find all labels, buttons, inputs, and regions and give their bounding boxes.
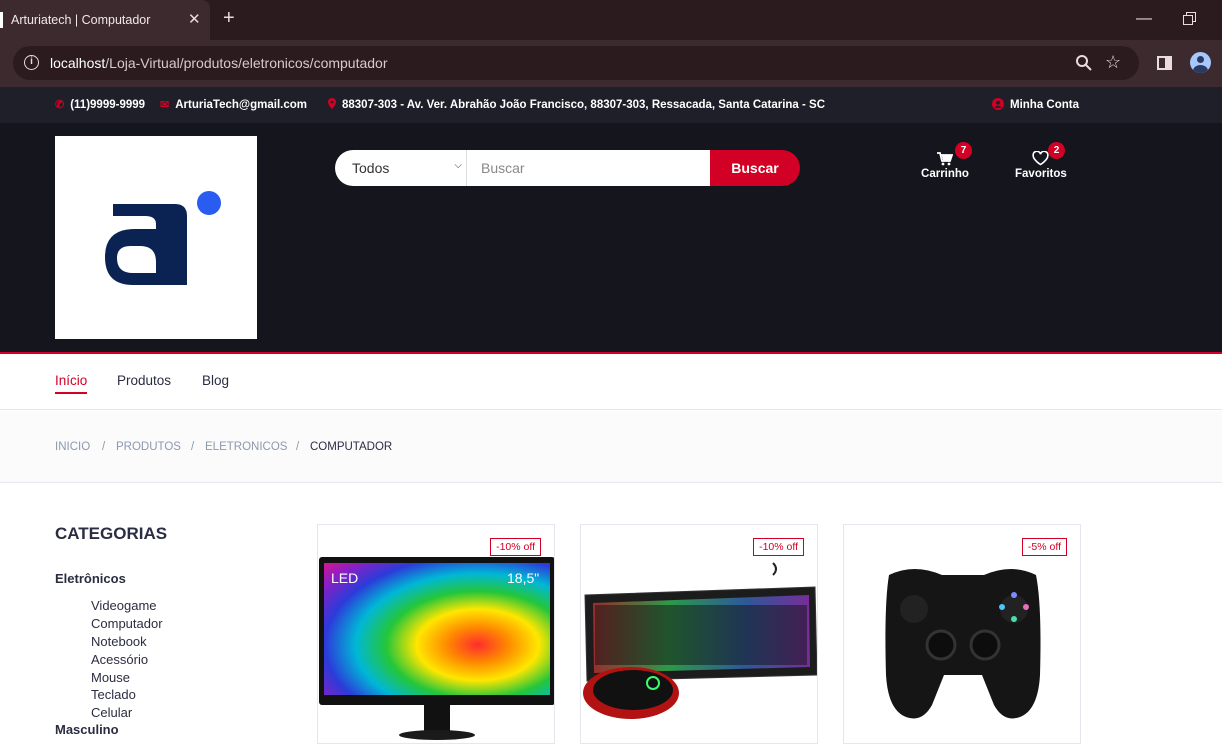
breadcrumb-inicio[interactable]: INICIO xyxy=(55,441,90,453)
top-contact-bar: ✆ (11)9999-9999 ✉ ArturiaTech@gmail.com 88… xyxy=(0,87,1222,123)
envelope-icon: ✉ xyxy=(160,99,170,111)
search-form: Todos ⌵ Buscar Buscar xyxy=(335,150,800,186)
category-acessorio[interactable]: Acessório xyxy=(91,652,148,667)
product-card-controller[interactable]: -5% off xyxy=(843,524,1081,744)
url-text[interactable]: localhost/Loja-Virtual/produtos/eletroni… xyxy=(50,55,388,71)
zoom-icon[interactable] xyxy=(1075,54,1093,72)
breadcrumb-current: COMPUTADOR xyxy=(310,441,393,453)
category-group-eletronicos[interactable]: Eletrônicos xyxy=(55,571,126,586)
bookmark-star-icon[interactable]: ☆ xyxy=(1105,52,1121,73)
side-panel-icon[interactable] xyxy=(1157,56,1172,70)
browser-tab-bar: Arturiatech | Computador ✕ + — xyxy=(0,0,1222,40)
category-mouse[interactable]: Mouse xyxy=(91,670,130,685)
breadcrumb-produtos[interactable]: PRODUTOS xyxy=(116,441,181,453)
profile-icon[interactable] xyxy=(1190,52,1211,73)
cart-count-badge: 7 xyxy=(955,142,972,159)
address-bar[interactable]: i localhost/Loja-Virtual/produtos/eletro… xyxy=(13,46,1139,80)
discount-badge: -10% off xyxy=(753,538,804,556)
product-card-monitor[interactable]: LED 18,5" -10% off xyxy=(317,524,555,744)
user-icon xyxy=(992,98,1004,110)
product-card-keyboard[interactable]: -10% off xyxy=(580,524,818,744)
product-image-monitor: LED 18,5" xyxy=(319,557,554,740)
site-info-icon[interactable]: i xyxy=(24,55,39,70)
new-tab-icon[interactable]: + xyxy=(223,7,235,30)
browser-tab[interactable]: Arturiatech | Computador ✕ xyxy=(0,0,210,40)
cart-link[interactable]: 7 Carrinho xyxy=(921,142,972,180)
favorites-count-badge: 2 xyxy=(1048,142,1065,159)
close-tab-icon[interactable]: ✕ xyxy=(188,10,201,28)
screen-label-size: 18,5" xyxy=(507,570,539,586)
email-link[interactable]: ✉ ArturiaTech@gmail.com xyxy=(160,98,307,111)
phone-icon: ✆ xyxy=(55,99,65,111)
nav-blog[interactable]: Blog xyxy=(202,373,229,388)
address-link[interactable]: 88307-303 - Av. Ver. Abrahão João Franci… xyxy=(328,98,825,111)
screen-label-led: LED xyxy=(331,570,358,586)
minimize-icon[interactable]: — xyxy=(1136,10,1152,28)
category-videogame[interactable]: Videogame xyxy=(91,598,157,613)
category-celular[interactable]: Celular xyxy=(91,705,132,720)
breadcrumb-separator: / xyxy=(102,441,106,453)
category-notebook[interactable]: Notebook xyxy=(91,634,147,649)
browser-toolbar: i localhost/Loja-Virtual/produtos/eletro… xyxy=(0,40,1222,87)
account-link[interactable]: Minha Conta xyxy=(992,98,1079,111)
map-marker-icon xyxy=(328,98,336,109)
category-select[interactable]: Todos ⌵ xyxy=(335,150,467,186)
breadcrumb-separator: / xyxy=(191,441,195,453)
store-logo[interactable] xyxy=(55,136,257,339)
logo-mark xyxy=(105,191,221,285)
breadcrumb-eletronicos[interactable]: ELETRONICOS xyxy=(205,441,287,453)
product-image-controller xyxy=(885,569,1041,719)
tab-indicator xyxy=(0,12,3,28)
product-image-keyboard xyxy=(583,562,817,719)
search-input[interactable]: Buscar xyxy=(467,150,711,186)
chevron-down-icon: ⌵ xyxy=(454,160,462,171)
tab-title: Arturiatech | Computador xyxy=(11,13,151,27)
main-nav: Início Produtos Blog xyxy=(0,354,1222,410)
category-computador[interactable]: Computador xyxy=(91,616,163,631)
category-teclado[interactable]: Teclado xyxy=(91,687,136,702)
discount-badge: -10% off xyxy=(490,538,541,556)
cart-label: Carrinho xyxy=(921,168,969,180)
discount-badge: -5% off xyxy=(1021,538,1067,556)
breadcrumb: INICIO / PRODUTOS / ELETRONICOS / COMPUT… xyxy=(0,411,1222,483)
categories-title: CATEGORIAS xyxy=(55,524,168,543)
search-button[interactable]: Buscar xyxy=(710,150,800,186)
category-group-masculino[interactable]: Masculino xyxy=(55,722,119,737)
favorites-label: Favoritos xyxy=(1015,168,1067,180)
nav-inicio[interactable]: Início xyxy=(55,373,88,394)
breadcrumb-separator: / xyxy=(296,441,300,453)
restore-icon[interactable] xyxy=(1183,12,1196,25)
phone-link[interactable]: ✆ (11)9999-9999 xyxy=(55,98,145,111)
nav-produtos[interactable]: Produtos xyxy=(117,373,171,388)
favorites-link[interactable]: 2 Favoritos xyxy=(1015,142,1067,180)
